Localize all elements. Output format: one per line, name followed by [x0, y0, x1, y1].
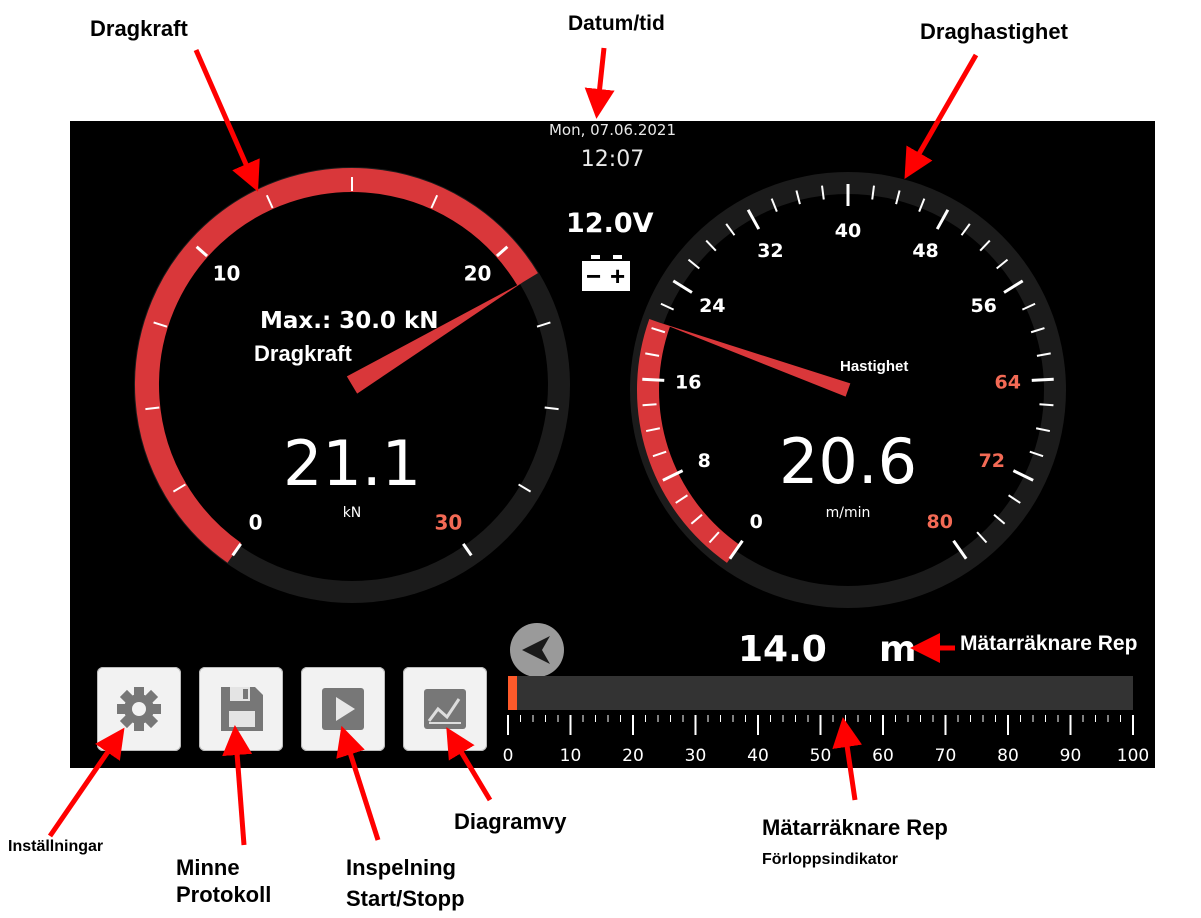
speed-title: Hastighet	[840, 358, 909, 375]
speed-scale-label: 24	[699, 295, 725, 317]
rope-scale-label: 100	[1117, 746, 1149, 766]
callout-installningar: Inställningar	[8, 838, 104, 855]
callout-dragkraft: Dragkraft	[90, 16, 188, 41]
rope-scale-label: 90	[1060, 746, 1082, 766]
force-title: Dragkraft	[254, 341, 352, 366]
rope-scale-label: 50	[810, 746, 832, 766]
speed-scale-label: 8	[698, 450, 711, 472]
rope-progress-bar	[508, 676, 1133, 710]
force-scale-label: 30	[434, 511, 462, 535]
date-display: Mon, 07.06.2021	[548, 121, 677, 139]
rope-scale-label: 70	[935, 746, 957, 766]
speed-scale-label: 0	[750, 511, 763, 533]
rope-scale-label: 10	[560, 746, 582, 766]
force-gauge: 0 10 20 30 Max.: 30.0 kN Dragkraft 21.1 kN	[132, 165, 572, 605]
callout-start-stopp: Start/Stopp	[346, 886, 465, 911]
speed-scale-label: 16	[675, 372, 701, 394]
speed-scale-label: 32	[757, 240, 783, 262]
speed-scale-label: 40	[835, 220, 861, 242]
rope-progress-scale: 0 10 20 30 40 50 60 70 80 90 100	[503, 715, 1149, 766]
rope-progress-fill	[508, 676, 518, 710]
speed-scale-label: 48	[912, 240, 938, 262]
chart-view-button[interactable]	[403, 667, 487, 751]
speed-scale-label: 64	[995, 372, 1021, 394]
callout-draghastighet: Draghastighet	[920, 19, 1068, 44]
rope-scale-label: 30	[685, 746, 707, 766]
force-scale-label: 20	[464, 261, 492, 285]
rope-scale-label: 0	[503, 746, 514, 766]
memory-protocol-button[interactable]	[199, 667, 283, 751]
callout-minne: Minne	[176, 855, 240, 880]
callout-matarraknare-rep-top: Rep Mätarräknare Rep	[952, 628, 1170, 660]
battery-icon: − +	[580, 253, 634, 293]
force-gauge-dial: 0 10 20 30	[134, 167, 570, 603]
rope-scale-label: 40	[747, 746, 769, 766]
force-max-label: Max.: 30.0 kN	[260, 308, 439, 334]
speed-scale-label: 72	[979, 450, 1005, 472]
battery-plus: +	[610, 261, 626, 291]
callout-matarraknare-rep: Mätarräknare Rep	[762, 815, 948, 840]
floppy-disk-icon	[221, 687, 263, 731]
gear-icon	[117, 687, 161, 731]
speed-gauge: 0 8 16 24 32 40 48 56 64 72 80 Hastighet 20.6 m/mi…	[628, 170, 1068, 610]
callout-datum-tid: Datum/tid	[568, 12, 665, 35]
force-scale-label: 10	[213, 261, 241, 285]
callout-protokoll: Protokoll	[176, 882, 272, 907]
settings-button[interactable]	[97, 667, 181, 751]
rope-scale-label: 20	[622, 746, 644, 766]
rope-counter-unit: m	[879, 629, 917, 670]
force-scale-label: 0	[249, 511, 263, 535]
speed-value: 20.6	[778, 425, 918, 498]
speed-scale-label: 80	[927, 511, 953, 533]
back-arrow-icon	[510, 623, 564, 677]
rope-scale-label: 80	[997, 746, 1019, 766]
device-screen: Mon, 07.06.2021 12:07 12.0V − + 0 10 20 30 …	[70, 121, 1155, 768]
play-icon	[322, 688, 364, 730]
speed-tick	[642, 377, 665, 382]
callout-inspelning: Inspelning	[346, 855, 456, 880]
force-unit: kN	[342, 505, 362, 521]
callout-matarraknare-rep-top-label: Mätarräknare Rep	[952, 628, 1146, 660]
speed-tick	[1039, 403, 1054, 407]
battery-minus: −	[586, 261, 602, 291]
force-value: 21.1	[282, 427, 422, 500]
speed-scale-label: 56	[970, 295, 996, 317]
line-chart-icon	[424, 689, 466, 729]
back-button[interactable]	[508, 621, 566, 679]
speed-tick	[642, 403, 657, 407]
rope-counter-value: 14.0	[738, 629, 827, 670]
speed-gauge-dial: 0 8 16 24 32 40 48 56 64 72 80	[630, 172, 1066, 608]
callout-diagramvy: Diagramvy	[454, 809, 567, 834]
arrow-datum-tid	[584, 47, 615, 119]
rope-scale-label: 60	[872, 746, 894, 766]
speed-tick	[1031, 377, 1054, 382]
callout-forloppsindikator: Förloppsindikator	[762, 851, 898, 868]
speed-unit: m/min	[825, 505, 871, 521]
record-start-stop-button[interactable]	[301, 667, 385, 751]
